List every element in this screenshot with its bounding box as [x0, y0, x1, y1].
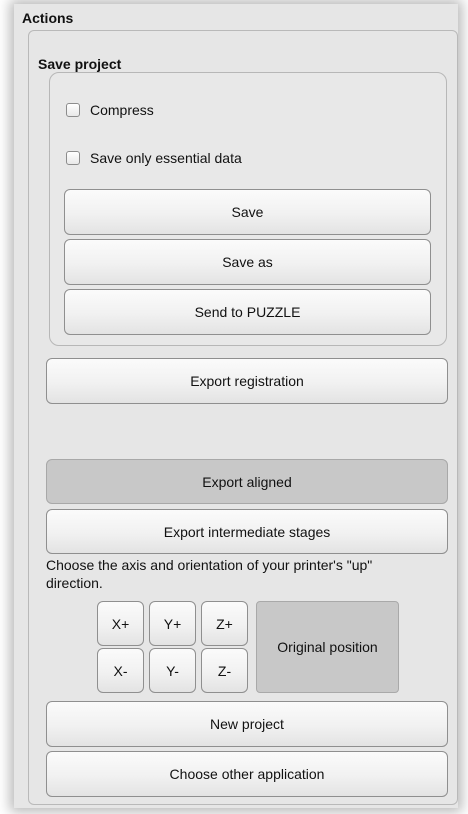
axis-x-minus-button[interactable]: X- — [97, 648, 144, 693]
export-registration-button[interactable]: Export registration — [46, 358, 448, 404]
essential-data-label: Save only essential data — [90, 150, 242, 166]
axis-y-plus-button[interactable]: Y+ — [149, 601, 196, 646]
essential-data-checkbox[interactable] — [66, 151, 80, 165]
save-project-title: Save project — [38, 56, 122, 72]
panel-title: Actions — [22, 10, 74, 26]
orientation-help-text: Choose the axis and orientation of your … — [46, 557, 373, 591]
original-position-button[interactable]: Original position — [256, 601, 399, 693]
compress-checkbox-row[interactable]: Compress — [66, 102, 154, 118]
choose-other-application-button[interactable]: Choose other application — [46, 751, 448, 797]
save-as-button[interactable]: Save as — [64, 239, 431, 285]
panel-title-bar — [14, 4, 458, 28]
new-project-button[interactable]: New project — [46, 701, 448, 747]
compress-checkbox[interactable] — [66, 103, 80, 117]
export-aligned-button[interactable]: Export aligned — [46, 459, 448, 504]
save-button[interactable]: Save — [64, 189, 431, 235]
send-to-puzzle-button[interactable]: Send to PUZZLE — [64, 289, 431, 335]
compress-label: Compress — [90, 102, 154, 118]
axis-x-plus-button[interactable]: X+ — [97, 601, 144, 646]
export-intermediate-stages-button[interactable]: Export intermediate stages — [46, 509, 448, 554]
essential-data-checkbox-row[interactable]: Save only essential data — [66, 150, 242, 166]
axis-y-minus-button[interactable]: Y- — [149, 648, 196, 693]
axis-z-plus-button[interactable]: Z+ — [201, 601, 248, 646]
axis-z-minus-button[interactable]: Z- — [201, 648, 248, 693]
